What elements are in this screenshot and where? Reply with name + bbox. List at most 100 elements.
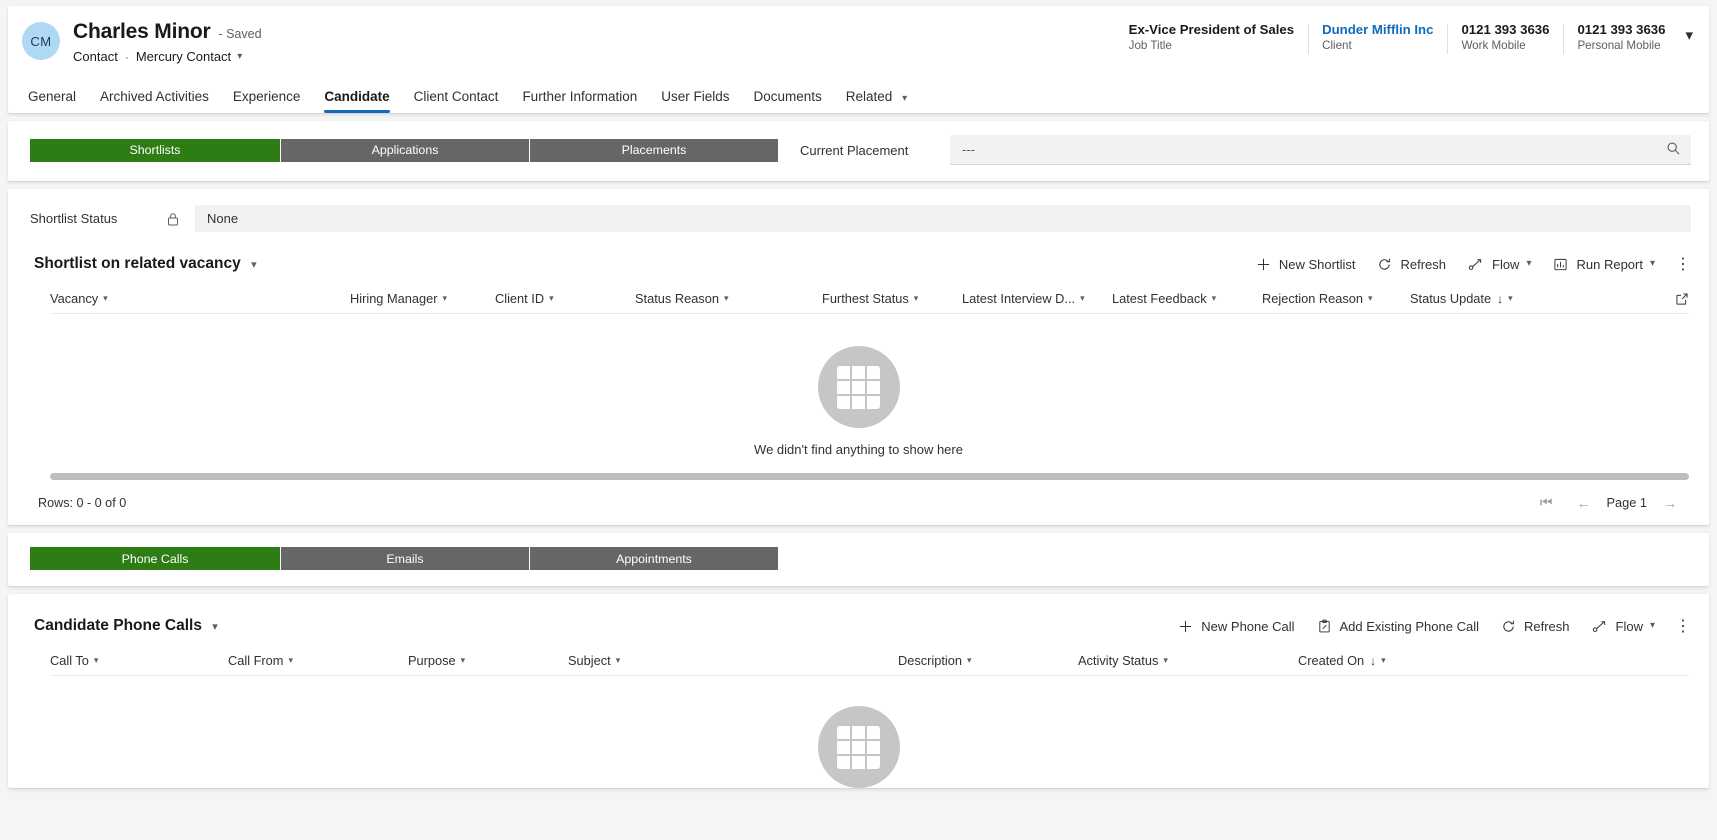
column-header-hiring-manager[interactable]: Hiring Manager ▾ (350, 291, 495, 306)
chevron-down-icon: ▾ (1649, 258, 1655, 269)
column-label: Latest Interview D... (962, 291, 1076, 306)
segment-phone-calls[interactable]: Phone Calls (30, 547, 280, 570)
column-header-subject[interactable]: Subject ▾ (568, 653, 898, 668)
column-label: Furthest Status (822, 291, 909, 306)
title-line: Charles Minor - Saved (73, 20, 262, 44)
record-subtitle: Contact · Mercury Contact ▾ (73, 49, 262, 64)
client-link[interactable]: Dunder Mifflin Inc (1322, 22, 1433, 37)
column-label: Activity Status (1078, 653, 1159, 668)
segment-appointments[interactable]: Appointments (529, 547, 778, 570)
open-in-new-window-icon[interactable] (1675, 292, 1689, 306)
app-page: CM Charles Minor - Saved Contact · Mercu… (0, 6, 1717, 840)
form-selector-label[interactable]: Mercury Contact (136, 49, 231, 64)
grid-horizontal-scrollbar[interactable] (50, 473, 1689, 480)
page-title: Charles Minor (73, 20, 211, 43)
column-header-activity-status[interactable]: Activity Status ▾ (1078, 653, 1298, 668)
segment-emails[interactable]: Emails (280, 547, 529, 570)
shortlist-empty-state: We didn't find anything to show here (8, 314, 1709, 457)
chevron-down-icon: ▾ (1080, 293, 1085, 303)
search-icon[interactable] (1666, 141, 1681, 159)
refresh-button[interactable]: Refresh (1377, 257, 1446, 272)
tab-related[interactable]: Related ▾ (846, 89, 907, 113)
plus-icon (1178, 619, 1193, 634)
phone-calls-grid-title-label: Candidate Phone Calls (34, 617, 202, 634)
column-header-call-from[interactable]: Call From ▾ (228, 653, 408, 668)
header-facts: Ex-Vice President of Sales Job Title Dun… (1115, 22, 1693, 54)
shortlist-status-label: Shortlist Status (30, 211, 118, 226)
flow-button[interactable]: Flow ▾ (1592, 619, 1655, 634)
chevron-down-icon: ▾ (902, 93, 908, 104)
header-fact-label: Client (1322, 39, 1352, 52)
chevron-down-icon: ▾ (93, 655, 99, 665)
column-header-description[interactable]: Description ▾ (898, 653, 1078, 668)
tab-user-fields[interactable]: User Fields (661, 89, 729, 113)
form-tab-strip: General Archived Activities Experience C… (8, 77, 1709, 113)
flow-button[interactable]: Flow ▾ (1468, 257, 1531, 272)
add-existing-icon (1317, 619, 1332, 634)
lock-icon (167, 212, 185, 226)
shortlist-grid-title[interactable]: Shortlist on related vacancy ▾ (34, 255, 257, 273)
segment-placements[interactable]: Placements (529, 138, 778, 162)
new-phone-call-button[interactable]: New Phone Call (1178, 619, 1295, 634)
column-label: Subject (568, 653, 611, 668)
column-header-status-update[interactable]: Status Update ↓ ▾ (1410, 291, 1530, 306)
empty-grid-icon (817, 346, 900, 428)
column-label: Purpose (408, 653, 456, 668)
previous-page-button[interactable]: ← (1564, 495, 1602, 511)
header-fact-label: Personal Mobile (1577, 39, 1661, 52)
column-header-created-on[interactable]: Created On ↓ ▾ (1298, 653, 1418, 668)
header-fact-label: Work Mobile (1461, 39, 1526, 52)
run-report-button[interactable]: Run Report ▾ (1553, 257, 1655, 272)
column-header-furthest-status[interactable]: Furthest Status ▾ (822, 291, 962, 306)
current-placement-input[interactable]: --- (950, 135, 1691, 165)
column-header-call-to[interactable]: Call To ▾ (50, 653, 228, 668)
column-label: Rejection Reason (1262, 291, 1364, 306)
next-page-button[interactable]: → (1651, 495, 1689, 511)
chevron-down-icon: ▾ (1649, 620, 1655, 631)
header-fact-label: Job Title (1128, 39, 1172, 52)
chevron-down-icon: ▾ (1381, 655, 1386, 665)
first-page-button[interactable]: ⏮ (1528, 494, 1565, 511)
column-header-rejection-reason[interactable]: Rejection Reason ▾ (1262, 291, 1410, 306)
chevron-down-icon[interactable]: ▾ (237, 51, 242, 62)
shortlist-status-row: Shortlist Status None (8, 189, 1709, 232)
empty-state-message: We didn't find anything to show here (754, 442, 963, 457)
chevron-down-icon: ▾ (723, 293, 729, 303)
chevron-down-icon: ▾ (615, 655, 621, 665)
shortlist-grid-title-label: Shortlist on related vacancy (34, 255, 241, 272)
sort-descending-icon: ↓ (1497, 291, 1504, 306)
column-header-latest-interview-date[interactable]: Latest Interview D... ▾ (962, 291, 1112, 306)
column-header-purpose[interactable]: Purpose ▾ (408, 653, 568, 668)
report-icon (1553, 257, 1568, 272)
add-existing-phone-call-button[interactable]: Add Existing Phone Call (1317, 619, 1479, 634)
sort-descending-icon: ↓ (1370, 653, 1377, 668)
plus-icon (1256, 257, 1271, 272)
refresh-button[interactable]: Refresh (1501, 619, 1570, 634)
header-fact-personal-mobile: 0121 393 3636 Personal Mobile (1563, 22, 1679, 54)
tab-experience[interactable]: Experience (233, 89, 301, 113)
tab-candidate[interactable]: Candidate (324, 89, 390, 113)
shortlist-grid-commands: New Shortlist Refresh Flow ▾ Run Report … (1234, 254, 1691, 274)
tab-general[interactable]: General (28, 89, 76, 113)
phone-calls-grid-commands: New Phone Call Add Existing Phone Call R… (1156, 616, 1691, 636)
tab-archived-activities[interactable]: Archived Activities (100, 89, 209, 113)
segment-applications[interactable]: Applications (280, 138, 529, 162)
header-expand-chevron-icon[interactable]: ▾ (1685, 22, 1693, 44)
tab-client-contact[interactable]: Client Contact (414, 89, 499, 113)
more-commands-button[interactable]: ⋮ (1675, 616, 1691, 636)
column-header-client-id[interactable]: Client ID ▾ (495, 291, 635, 306)
more-commands-button[interactable]: ⋮ (1675, 254, 1691, 274)
phone-calls-column-headers: Call To ▾ Call From ▾ Purpose ▾ Subject ▾ De… (50, 646, 1689, 676)
column-header-latest-feedback[interactable]: Latest Feedback ▾ (1112, 291, 1262, 306)
phone-calls-grid-title[interactable]: Candidate Phone Calls ▾ (34, 617, 218, 635)
new-shortlist-label: New Shortlist (1278, 256, 1356, 272)
segment-shortlists[interactable]: Shortlists (30, 138, 280, 162)
tab-documents[interactable]: Documents (754, 89, 822, 113)
tab-further-information[interactable]: Further Information (522, 89, 637, 113)
save-state-label: - Saved (218, 27, 262, 41)
header-fact-value: Ex-Vice President of Sales (1128, 22, 1295, 37)
column-header-vacancy[interactable]: Vacancy ▾ (50, 291, 350, 306)
column-header-status-reason[interactable]: Status Reason ▾ (635, 291, 822, 306)
new-shortlist-button[interactable]: New Shortlist (1256, 256, 1356, 272)
shortlist-grid-header: Shortlist on related vacancy ▾ New Short… (8, 232, 1709, 284)
